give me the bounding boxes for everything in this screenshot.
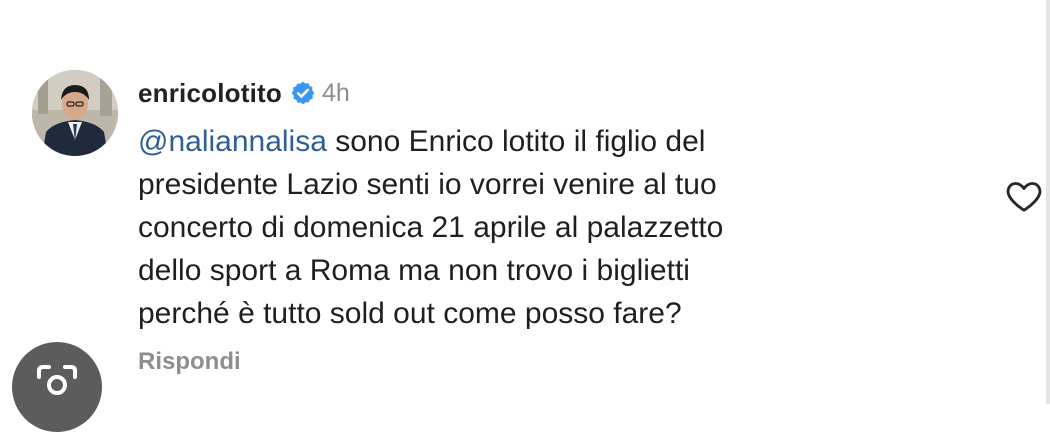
heart-outline-icon: [1006, 182, 1042, 212]
avatar-photo: [32, 70, 118, 156]
scroll-edge: [1046, 0, 1050, 404]
verified-badge-icon: [291, 81, 315, 105]
comment-timestamp: 4h: [321, 78, 350, 107]
comment-text: @naliannalisa sono Enrico lotito il figl…: [138, 120, 858, 335]
username-link[interactable]: enricolotito: [138, 78, 282, 109]
lens-search-button[interactable]: [12, 342, 102, 432]
comment-header: enricolotito 4h: [138, 76, 350, 110]
reply-button[interactable]: Rispondi: [138, 348, 241, 376]
like-button[interactable]: [1004, 176, 1044, 216]
previous-comment-fragment: [30, 0, 180, 6]
comment: enricolotito 4h @naliannalisa sono Enric…: [32, 68, 1042, 375]
lens-search-icon: [37, 365, 77, 395]
avatar[interactable]: [32, 70, 118, 156]
mention-link[interactable]: @naliannalisa: [138, 125, 327, 158]
